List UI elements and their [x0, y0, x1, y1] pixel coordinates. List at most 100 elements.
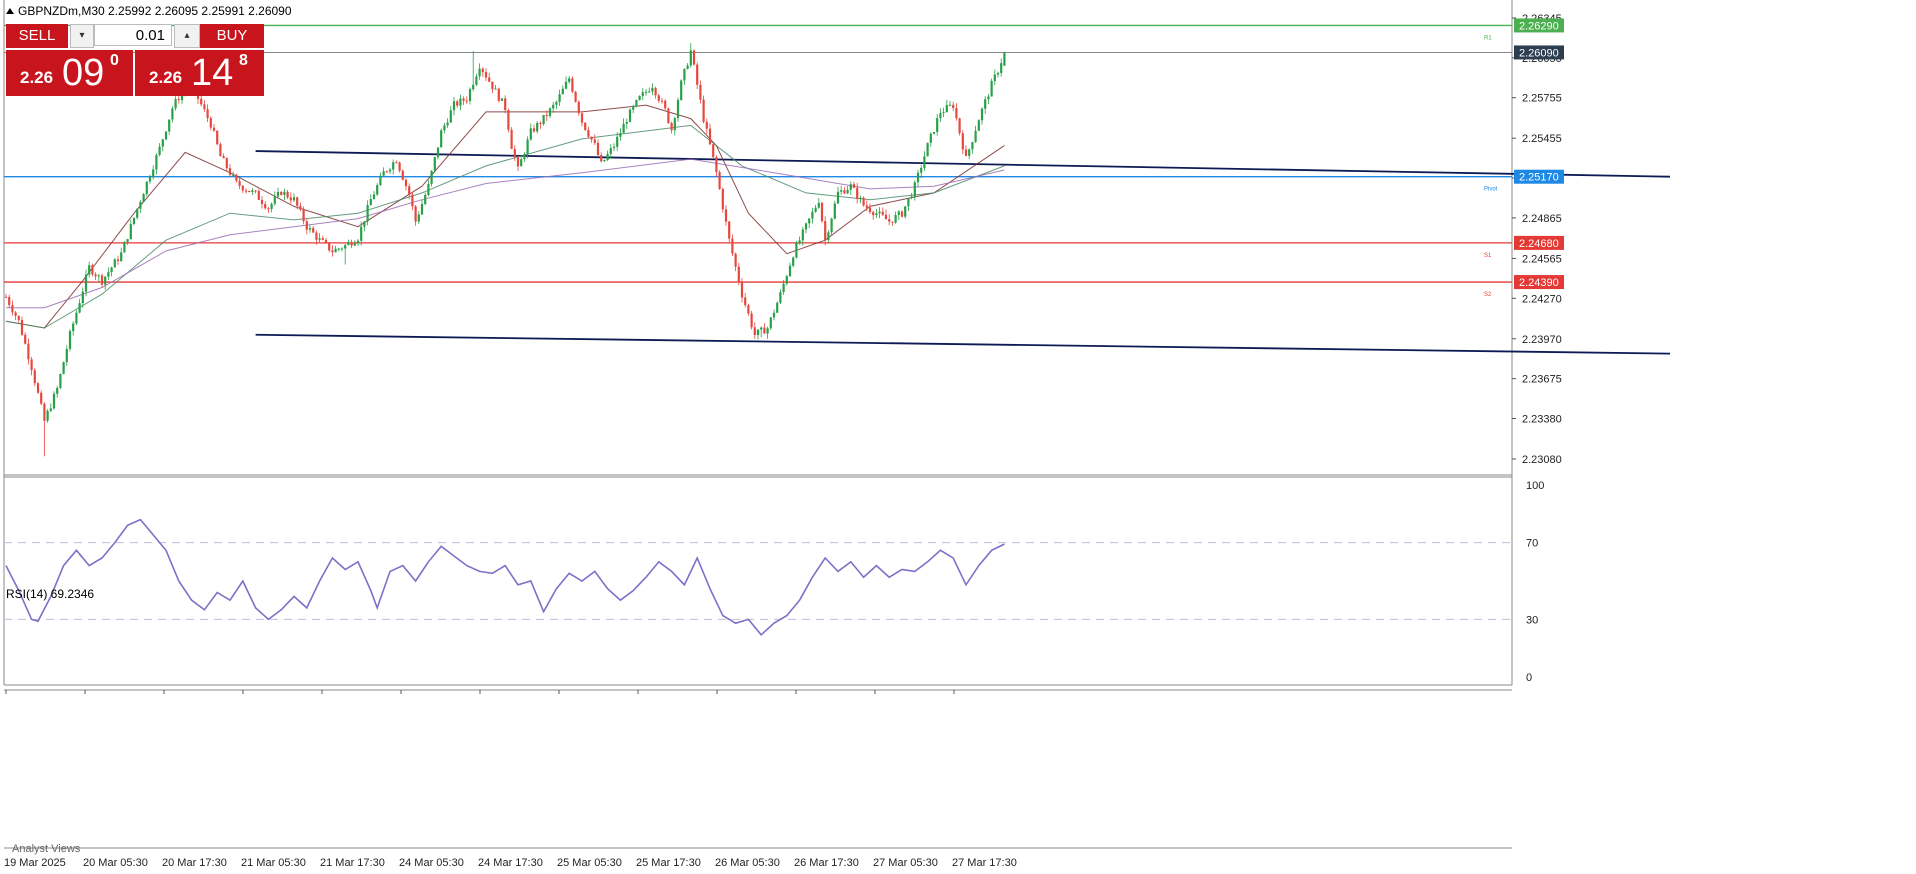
candle-body	[1000, 63, 1003, 73]
candle-body	[577, 101, 580, 114]
candle-body	[907, 198, 910, 207]
candle-body	[65, 348, 68, 363]
candle-body	[785, 276, 788, 284]
candle	[638, 95, 641, 101]
candle-body	[360, 226, 363, 241]
candle-body	[200, 98, 203, 105]
candle-body	[52, 393, 56, 409]
candle-body	[856, 187, 859, 199]
rsi-tick-label: 0	[1526, 672, 1532, 684]
candle-body	[404, 179, 408, 187]
rsi-tick-label: 100	[1526, 480, 1544, 492]
candle-body	[292, 197, 296, 201]
candle-body	[971, 142, 974, 150]
candle	[958, 117, 961, 136]
candle-body	[408, 186, 411, 195]
candle	[667, 107, 670, 124]
candle-body	[116, 259, 120, 261]
candle-body	[516, 157, 520, 167]
candle-body	[625, 121, 628, 124]
candle-body	[936, 118, 939, 132]
symbol-line: GBPNZDm,M30 2.25992 2.26095 2.25991 2.26…	[18, 4, 292, 18]
candle	[702, 95, 705, 124]
candle-body	[862, 197, 865, 206]
candle	[500, 98, 504, 102]
buy-price-tile[interactable]: 2.26 14 8	[135, 50, 264, 96]
candle-body	[222, 156, 225, 159]
candle-body	[212, 127, 216, 131]
candle-body	[206, 109, 209, 119]
lot-size-input[interactable]: 0.01	[94, 24, 172, 46]
candle-body	[91, 265, 94, 275]
candle-body	[484, 72, 488, 78]
candle-body	[536, 122, 539, 132]
candle-body	[481, 68, 484, 73]
candle-body	[555, 101, 558, 105]
candle-body	[94, 274, 97, 277]
candle-body	[734, 253, 737, 267]
lot-increase-button[interactable]: ▴	[174, 24, 200, 48]
candle-body	[872, 212, 875, 216]
candle-body	[33, 370, 36, 384]
price-tick-label: 2.23080	[1522, 454, 1562, 466]
collapse-triangle-icon[interactable]	[6, 8, 14, 14]
candle-body	[824, 221, 827, 241]
candle-body	[324, 239, 328, 243]
candle-body	[270, 203, 273, 210]
rsi-label: RSI(14) 69.2346	[6, 587, 95, 601]
candle-body	[958, 118, 961, 134]
sell-price-prefix: 2.26	[20, 68, 54, 87]
candle-body	[20, 319, 24, 335]
sell-button[interactable]: SELL	[6, 24, 68, 48]
candle-body	[878, 211, 881, 214]
candle-body	[507, 110, 510, 130]
price-chart[interactable]: R1PivotS1S2 10070300 2.263452.260502.257…	[0, 0, 1916, 874]
price-tick-label: 2.25455	[1522, 133, 1562, 145]
candle-body	[228, 168, 232, 175]
candle	[510, 127, 513, 150]
candle	[142, 193, 145, 202]
candle-body	[331, 250, 334, 253]
buy-button[interactable]: BUY	[200, 24, 264, 48]
candle-body	[846, 189, 849, 194]
candle-body	[161, 139, 164, 147]
candle-body	[264, 204, 267, 209]
price-tick-label: 2.25755	[1522, 93, 1562, 105]
candle	[507, 108, 510, 133]
candle-body	[715, 157, 718, 173]
sell-price-tile[interactable]: 2.26 09 0	[6, 50, 133, 96]
candle-body	[894, 215, 897, 223]
sell-price-sup: 0	[110, 52, 119, 69]
candle	[676, 97, 680, 122]
candle-body	[152, 169, 155, 178]
candle-body	[788, 265, 792, 277]
candle-body	[632, 106, 635, 110]
analyst-views-tab[interactable]: Analyst Views	[12, 843, 80, 855]
candle-body	[443, 125, 446, 131]
candle-body	[510, 129, 513, 149]
candle-body	[366, 205, 369, 222]
candle-body	[56, 387, 59, 394]
candle-body	[721, 188, 724, 210]
candle-body	[392, 162, 395, 170]
time-tick-label: 20 Mar 17:30	[162, 857, 227, 869]
candle-body	[59, 374, 62, 388]
candle-body	[574, 91, 577, 102]
candle-body	[865, 205, 868, 208]
candle-body	[177, 99, 180, 101]
candle	[926, 142, 929, 157]
candle	[219, 142, 222, 157]
candle-body	[302, 209, 305, 222]
candle-body	[718, 172, 721, 189]
candle-body	[340, 248, 344, 250]
candle	[712, 144, 715, 159]
candle-body	[526, 139, 529, 155]
candle	[628, 108, 632, 123]
candle-body	[708, 128, 712, 145]
level-price-tag-s1: 2.24680	[1514, 235, 1564, 250]
candle-body	[433, 157, 436, 171]
candle-body	[568, 78, 571, 82]
candle-body	[520, 159, 523, 167]
lot-decrease-button[interactable]: ▾	[70, 24, 94, 48]
candle-body	[699, 84, 702, 100]
